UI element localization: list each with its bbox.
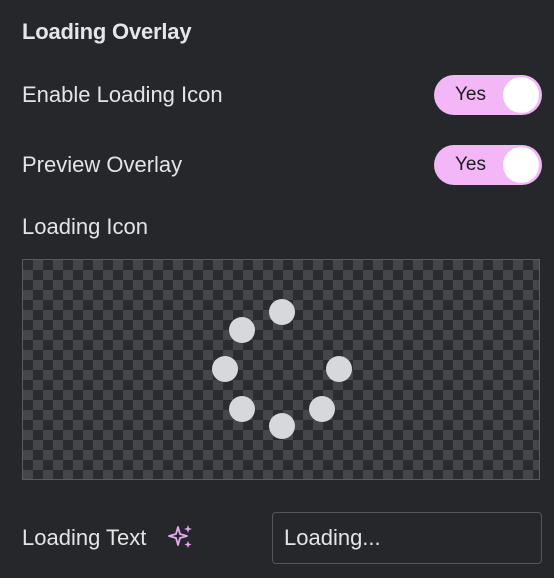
- section-title: Loading Overlay: [22, 19, 192, 44]
- spinner-dot: [269, 413, 295, 439]
- enable-loading-icon-label: Enable Loading Icon: [22, 82, 223, 107]
- spinner-dot: [269, 299, 295, 325]
- spinner-dot: [309, 396, 335, 422]
- enable-loading-icon-toggle-text: Yes: [455, 84, 486, 105]
- preview-overlay-toggle-text: Yes: [455, 154, 486, 175]
- enable-loading-icon-toggle[interactable]: Yes: [434, 75, 542, 115]
- preview-overlay-label: Preview Overlay: [22, 152, 183, 177]
- loading-text-input[interactable]: [272, 512, 542, 564]
- sparkle-icon[interactable]: [168, 524, 194, 550]
- toggle-knob: [503, 147, 539, 183]
- loading-icon-preview[interactable]: [22, 259, 540, 480]
- loading-overlay-panel: Loading Overlay Enable Loading Icon Yes …: [0, 0, 554, 578]
- spinner-dot: [326, 356, 352, 382]
- spinner-dot: [212, 356, 238, 382]
- preview-overlay-toggle[interactable]: Yes: [434, 145, 542, 185]
- toggle-knob: [503, 77, 539, 113]
- loading-icon-label: Loading Icon: [22, 214, 148, 239]
- loading-text-label: Loading Text: [22, 525, 147, 550]
- spinner-dot: [229, 317, 255, 343]
- spinner-dot: [229, 396, 255, 422]
